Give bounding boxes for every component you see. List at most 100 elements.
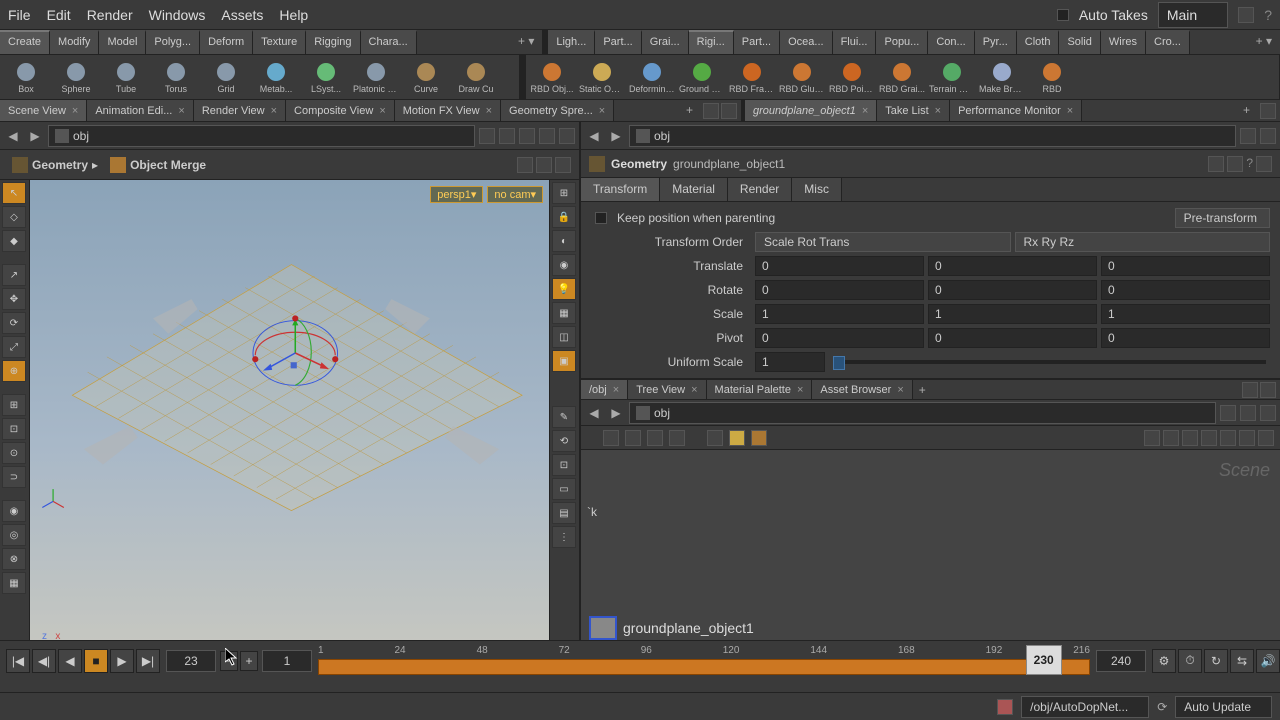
move-tool[interactable]: ✥ xyxy=(2,288,26,310)
tl-audio-icon[interactable]: 🔊 xyxy=(1256,649,1280,673)
view-tool4[interactable]: ▦ xyxy=(2,572,26,594)
net-sticky-icon[interactable] xyxy=(707,430,723,446)
pane-tab-groundplane_object1[interactable]: groundplane_object1× xyxy=(745,100,877,121)
net-tab-obj[interactable]: /obj× xyxy=(581,380,628,399)
pane-tab-CompositeView[interactable]: Composite View× xyxy=(286,100,395,121)
parm-opt-icon[interactable] xyxy=(1260,128,1276,144)
disp-opt10[interactable]: ⊡ xyxy=(552,454,576,476)
start-frame-field[interactable] xyxy=(262,650,312,672)
close-icon[interactable]: × xyxy=(379,105,385,117)
pane-opt-r-icon[interactable] xyxy=(1260,103,1276,119)
disp-opt7[interactable]: ▣ xyxy=(552,350,576,372)
current-frame-field[interactable] xyxy=(166,650,216,672)
gear-icon[interactable] xyxy=(1208,156,1224,172)
menu-assets[interactable]: Assets xyxy=(221,7,263,23)
translate-z[interactable] xyxy=(1101,256,1270,276)
disp-opt13[interactable]: ⋮ xyxy=(552,526,576,548)
tool-PlatonicSol[interactable]: Platonic Sol... xyxy=(352,57,400,97)
net-pane-opt[interactable] xyxy=(1242,382,1258,398)
disp-opt12[interactable]: ▤ xyxy=(552,502,576,524)
shelf-tab-Grai[interactable]: Grai... xyxy=(642,30,689,54)
pretransform-dropdown[interactable]: Pre-transform xyxy=(1175,208,1270,228)
tool-Grid[interactable]: Grid xyxy=(202,57,250,97)
frame-inc-button[interactable]: + xyxy=(240,651,258,671)
desktop-dropdown[interactable]: Main xyxy=(1158,2,1228,28)
net-box-icon[interactable] xyxy=(751,430,767,446)
shelf-tab-Create[interactable]: Create xyxy=(0,30,50,54)
scale-y[interactable] xyxy=(928,304,1097,324)
path-opt3-icon[interactable] xyxy=(539,128,555,144)
net-layout3-icon[interactable] xyxy=(1182,430,1198,446)
tool-RBDFractu[interactable]: RBD Fractu... xyxy=(728,57,776,97)
tab-add-left[interactable]: + xyxy=(680,100,699,121)
translate-y[interactable] xyxy=(928,256,1097,276)
net-pin-icon[interactable] xyxy=(1220,405,1236,421)
view-tool1[interactable]: ◉ xyxy=(2,500,26,522)
tool-RBDPoint[interactable]: RBD Point... xyxy=(828,57,876,97)
tl-opt2-icon[interactable]: ↻ xyxy=(1204,649,1228,673)
tool-RBDObj[interactable]: RBD Obj... xyxy=(528,57,576,97)
trs-order-dropdown[interactable]: Scale Rot Trans xyxy=(755,232,1011,252)
shelf-tab-Chara[interactable]: Chara... xyxy=(361,30,417,54)
net-back-icon[interactable]: ◀ xyxy=(585,404,603,422)
close-icon[interactable]: × xyxy=(72,105,78,117)
shelf-tab-Solid[interactable]: Solid xyxy=(1059,30,1100,54)
disp-opt2[interactable]: 🔒 xyxy=(552,206,576,228)
menu-windows[interactable]: Windows xyxy=(149,7,206,23)
tl-realtime-icon[interactable]: ⏱ xyxy=(1178,649,1202,673)
pane-tab-GeometrySpre[interactable]: Geometry Spre...× xyxy=(501,100,614,121)
rotate-y[interactable] xyxy=(928,280,1097,300)
shelf-tab-Pyr[interactable]: Pyr... xyxy=(975,30,1017,54)
tool-Sphere[interactable]: Sphere xyxy=(52,57,100,97)
net-search-icon[interactable] xyxy=(1239,430,1255,446)
pane-tab-TakeList[interactable]: Take List× xyxy=(877,100,950,121)
tab-add-right[interactable]: + xyxy=(1237,100,1256,121)
shelf-tab-Popu[interactable]: Popu... xyxy=(876,30,928,54)
shelf-tab-Cloth[interactable]: Cloth xyxy=(1017,30,1060,54)
pane-max-icon[interactable] xyxy=(721,103,737,119)
pivot-y[interactable] xyxy=(928,328,1097,348)
rotate-tool[interactable]: ⟳ xyxy=(2,312,26,334)
shelf-tab-Modify[interactable]: Modify xyxy=(50,30,99,54)
close-icon[interactable]: × xyxy=(271,105,277,117)
viewport-camera-label[interactable]: persp1▾ xyxy=(430,186,483,203)
vp-opt2-icon[interactable] xyxy=(536,157,552,173)
brain-icon[interactable] xyxy=(997,699,1013,715)
viewport-nocam-label[interactable]: no cam▾ xyxy=(487,186,543,203)
scale-z[interactable] xyxy=(1101,304,1270,324)
disp-opt3[interactable]: ◐ xyxy=(552,230,576,252)
close-icon[interactable]: × xyxy=(797,384,803,396)
path-opt4-icon[interactable] xyxy=(559,128,575,144)
net-note-icon[interactable] xyxy=(729,430,745,446)
play-stop-button[interactable]: ■ xyxy=(84,649,108,673)
shelf-tab-Cro[interactable]: Cro... xyxy=(1146,30,1190,54)
tool-StaticObj[interactable]: Static Obj... xyxy=(578,57,626,97)
net-layout2-icon[interactable] xyxy=(1163,430,1179,446)
brush-tool[interactable]: ◆ xyxy=(2,230,26,252)
shelf-tab-Deform[interactable]: Deform xyxy=(200,30,253,54)
pane-tab-PerformanceMonitor[interactable]: Performance Monitor× xyxy=(950,100,1082,121)
net-layout4-icon[interactable] xyxy=(1201,430,1217,446)
viewport-3d[interactable]: z x persp1▾ no cam▾ xyxy=(30,180,549,660)
shelf-tab-Model[interactable]: Model xyxy=(99,30,146,54)
pivot-x[interactable] xyxy=(755,328,924,348)
tl-opt1-icon[interactable]: ⚙ xyxy=(1152,649,1176,673)
timeline-track[interactable]: 124487296120144168192216 230 xyxy=(318,645,1090,677)
shelf-tab-Texture[interactable]: Texture xyxy=(253,30,306,54)
update-mode-dropdown[interactable]: Auto Update xyxy=(1175,696,1272,718)
refresh-icon[interactable]: ⟳ xyxy=(1157,700,1167,714)
parm-tab-material[interactable]: Material xyxy=(660,178,728,201)
shelf-tab-Wires[interactable]: Wires xyxy=(1101,30,1146,54)
disp-opt8[interactable]: ✎ xyxy=(552,406,576,428)
tool-RBDGrai[interactable]: RBD Grai... xyxy=(878,57,926,97)
close-icon[interactable]: × xyxy=(178,105,184,117)
menu-expand-icon[interactable] xyxy=(1238,7,1254,23)
select-tool[interactable]: ↖ xyxy=(2,182,26,204)
net-tab-add[interactable]: + xyxy=(913,380,932,399)
help-parm-icon[interactable]: ? xyxy=(1246,156,1253,172)
uniform-scale-slider[interactable] xyxy=(833,360,1266,364)
tool-Curve[interactable]: Curve xyxy=(402,57,450,97)
play-last-button[interactable]: ▶| xyxy=(136,649,160,673)
disp-opt6[interactable]: ◫ xyxy=(552,326,576,348)
tool-TerrainObj[interactable]: Terrain Obj... xyxy=(928,57,976,97)
